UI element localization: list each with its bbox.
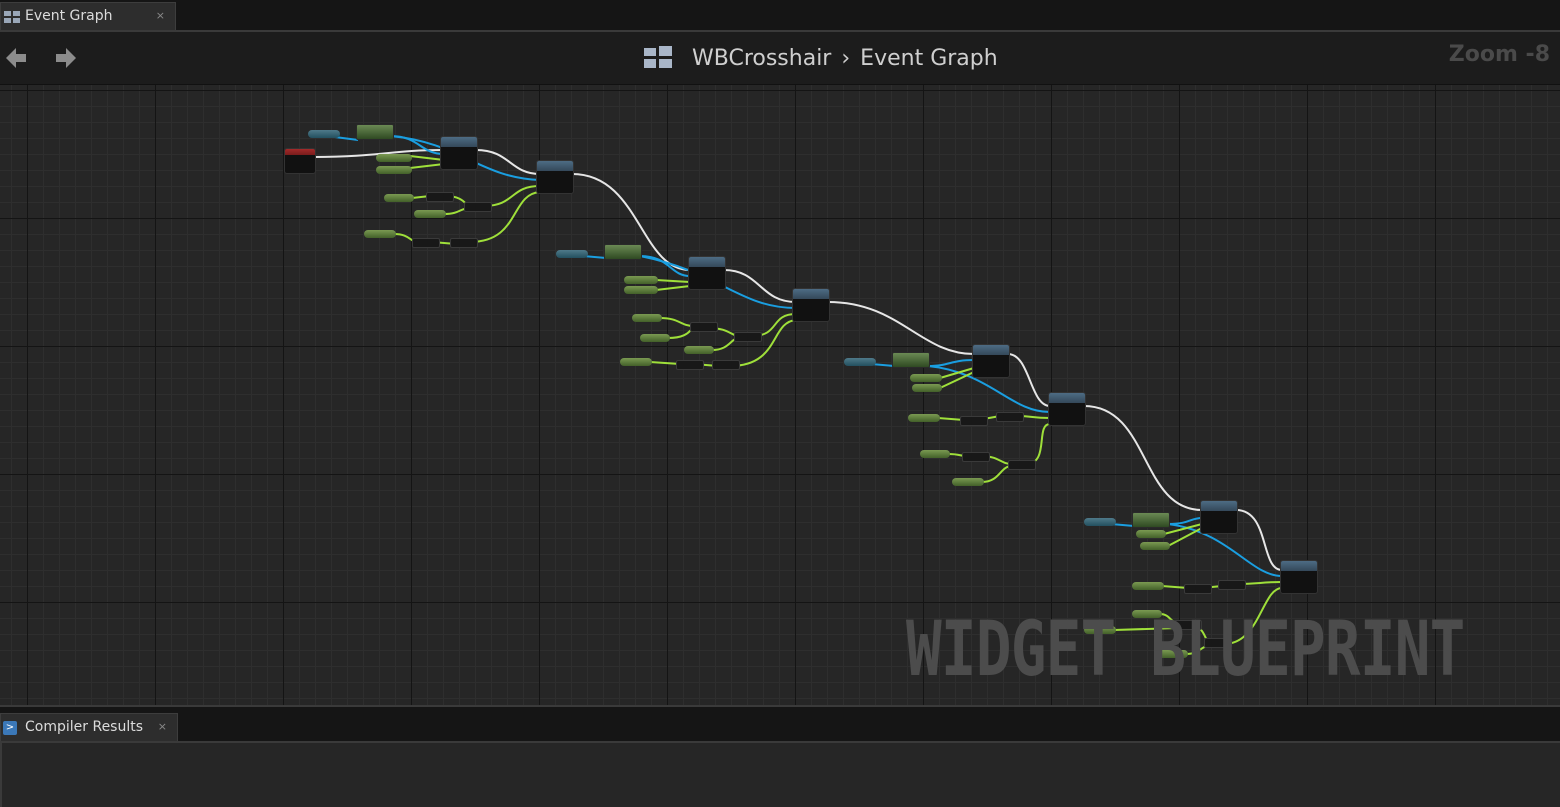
function-node[interactable]	[972, 344, 1010, 378]
getter-node[interactable]	[1132, 512, 1170, 528]
float-wire	[655, 285, 691, 291]
math-node[interactable]	[960, 416, 988, 426]
exec-wire	[723, 269, 797, 303]
compiler-results-panel[interactable]	[0, 741, 1560, 807]
function-node[interactable]	[688, 256, 726, 290]
top-tab-bar: Event Graph ×	[0, 0, 1560, 30]
graph-panel[interactable]: WBCrosshair › Event Graph Zoom -8 WIDGET…	[0, 30, 1560, 707]
graph-icon	[4, 11, 20, 23]
variable-node[interactable]	[910, 374, 942, 382]
function-node[interactable]	[440, 136, 478, 170]
variable-node[interactable]	[624, 276, 658, 284]
float-wire	[483, 185, 541, 207]
variable-node[interactable]	[376, 154, 412, 162]
node-header	[1049, 393, 1085, 403]
exec-wire	[1235, 509, 1283, 571]
variable-node[interactable]	[308, 130, 340, 138]
node-header	[285, 149, 315, 155]
node-header	[973, 345, 1009, 355]
float-wire	[659, 317, 695, 327]
event-node[interactable]	[284, 148, 316, 174]
math-node[interactable]	[676, 360, 704, 370]
object-wire	[927, 359, 975, 367]
variable-node[interactable]	[844, 358, 876, 366]
tab-label: Event Graph	[25, 8, 113, 24]
variable-node[interactable]	[920, 450, 950, 458]
node-header	[537, 161, 573, 171]
exec-wire	[1083, 405, 1203, 511]
float-wire	[409, 163, 445, 169]
function-node[interactable]	[792, 288, 830, 322]
widget-blueprint-watermark: WIDGET BLUEPRINT	[906, 604, 1465, 693]
math-node[interactable]	[734, 332, 762, 342]
variable-node[interactable]	[1084, 518, 1116, 526]
node-header	[1281, 561, 1317, 571]
float-wire	[1025, 423, 1051, 465]
object-wire	[1167, 517, 1203, 525]
variable-node[interactable]	[364, 230, 396, 238]
variable-node[interactable]	[556, 250, 588, 258]
float-wire	[729, 319, 797, 367]
terminal-icon: >	[3, 721, 17, 735]
math-node[interactable]	[450, 238, 478, 248]
variable-node[interactable]	[640, 334, 670, 342]
math-node[interactable]	[712, 360, 740, 370]
getter-node[interactable]	[356, 124, 394, 140]
math-node[interactable]	[962, 452, 990, 462]
variable-node[interactable]	[632, 314, 662, 322]
float-wire	[655, 279, 691, 283]
math-node[interactable]	[1008, 460, 1036, 470]
variable-node[interactable]	[376, 166, 412, 174]
close-icon[interactable]: ×	[156, 9, 165, 22]
node-header	[793, 289, 829, 299]
bottom-tab-bar: > Compiler Results ×	[0, 707, 1560, 741]
variable-node[interactable]	[908, 414, 940, 422]
node-header	[441, 137, 477, 147]
function-node[interactable]	[1280, 560, 1318, 594]
node-header	[689, 257, 725, 267]
tab-event-graph[interactable]: Event Graph ×	[0, 2, 176, 30]
math-node[interactable]	[1218, 580, 1246, 590]
math-node[interactable]	[426, 192, 454, 202]
exec-wire	[827, 301, 975, 355]
variable-node[interactable]	[1132, 582, 1164, 590]
variable-node[interactable]	[1136, 530, 1166, 538]
float-wire	[409, 155, 445, 161]
variable-node[interactable]	[384, 194, 414, 202]
function-node[interactable]	[536, 160, 574, 194]
variable-node[interactable]	[684, 346, 714, 354]
function-node[interactable]	[1048, 392, 1086, 426]
math-node[interactable]	[996, 412, 1024, 422]
variable-node[interactable]	[1140, 542, 1170, 550]
exec-wire	[475, 149, 541, 175]
getter-node[interactable]	[604, 244, 642, 260]
variable-node[interactable]	[624, 286, 658, 294]
math-node[interactable]	[464, 202, 492, 212]
node-header	[1201, 501, 1237, 511]
getter-node[interactable]	[892, 352, 930, 368]
float-wire	[939, 371, 975, 389]
function-node[interactable]	[1200, 500, 1238, 534]
variable-node[interactable]	[620, 358, 652, 366]
exec-wire	[1007, 353, 1051, 407]
math-node[interactable]	[1184, 584, 1212, 594]
variable-node[interactable]	[912, 384, 942, 392]
variable-node[interactable]	[414, 210, 446, 218]
tab-compiler-results[interactable]: > Compiler Results ×	[0, 713, 178, 741]
float-wire	[469, 191, 541, 243]
math-node[interactable]	[412, 238, 440, 248]
variable-node[interactable]	[952, 478, 984, 486]
close-icon[interactable]: ×	[158, 720, 167, 733]
tab-label: Compiler Results	[25, 719, 144, 735]
math-node[interactable]	[690, 322, 718, 332]
